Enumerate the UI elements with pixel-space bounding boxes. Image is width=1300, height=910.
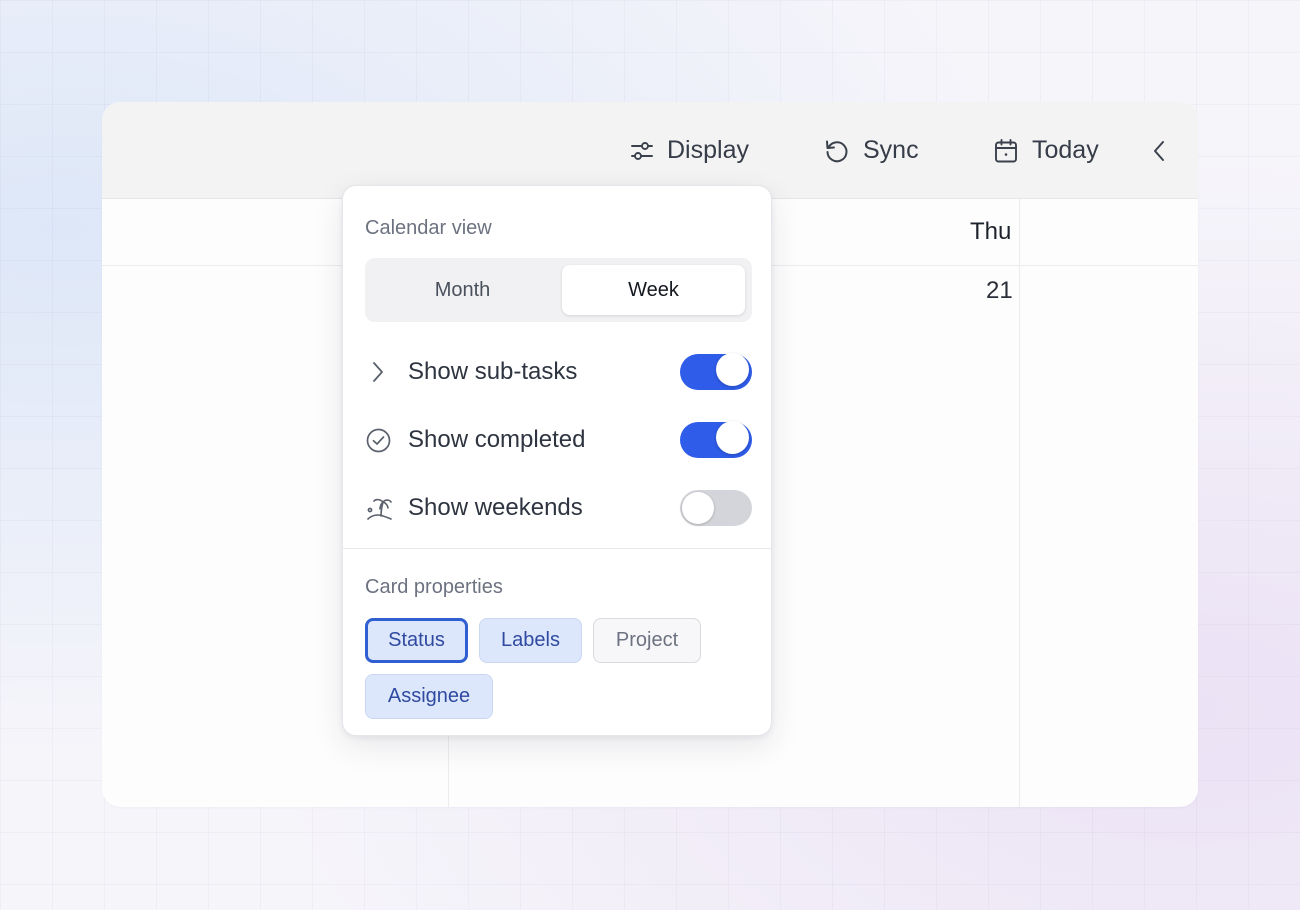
day-header-thu: Thu xyxy=(970,218,1012,245)
show-weekends-toggle[interactable] xyxy=(680,490,752,526)
toggle-knob xyxy=(716,421,749,454)
day-number: 21 xyxy=(986,277,1013,304)
property-chip-project[interactable]: Project xyxy=(593,618,701,663)
toggle-knob xyxy=(716,353,749,386)
show-completed-toggle[interactable] xyxy=(680,421,752,458)
check-circle-icon xyxy=(365,425,395,455)
show-completed-label: Show completed xyxy=(408,426,586,453)
sliders-icon xyxy=(629,138,655,164)
week-view-option[interactable]: Week xyxy=(562,265,745,315)
show-subtasks-toggle[interactable] xyxy=(680,353,752,390)
property-chip-labels[interactable]: Labels xyxy=(479,618,582,663)
sync-button[interactable]: Sync xyxy=(823,102,919,199)
refresh-icon xyxy=(823,137,851,165)
property-chip-status[interactable]: Status xyxy=(365,618,468,663)
calendar-icon xyxy=(992,137,1020,165)
island-icon xyxy=(365,493,395,523)
show-weekends-label: Show weekends xyxy=(408,494,583,521)
display-label: Display xyxy=(667,136,749,164)
show-subtasks-label: Show sub-tasks xyxy=(408,358,578,385)
show-subtasks-row: Show sub-tasks xyxy=(365,352,752,392)
show-weekends-row: Show weekends xyxy=(365,488,752,528)
today-label: Today xyxy=(1032,136,1099,164)
chevron-left-icon xyxy=(1148,138,1170,164)
calendar-view-label: Calendar view xyxy=(365,217,492,239)
view-segmented-control: Month Week xyxy=(365,258,752,322)
card-properties-label: Card properties xyxy=(365,576,503,598)
property-chip-assignee[interactable]: Assignee xyxy=(365,674,493,719)
toggle-knob xyxy=(682,492,714,524)
chevron-right-icon xyxy=(365,357,395,387)
display-popover: Calendar view Month Week Show sub-tasks … xyxy=(342,185,772,736)
column-divider xyxy=(1019,199,1020,807)
show-completed-row: Show completed xyxy=(365,420,752,460)
previous-button[interactable] xyxy=(1148,102,1170,199)
sync-label: Sync xyxy=(863,136,919,164)
month-view-option[interactable]: Month xyxy=(371,265,554,315)
today-button[interactable]: Today xyxy=(992,102,1099,199)
popover-divider xyxy=(343,548,771,549)
